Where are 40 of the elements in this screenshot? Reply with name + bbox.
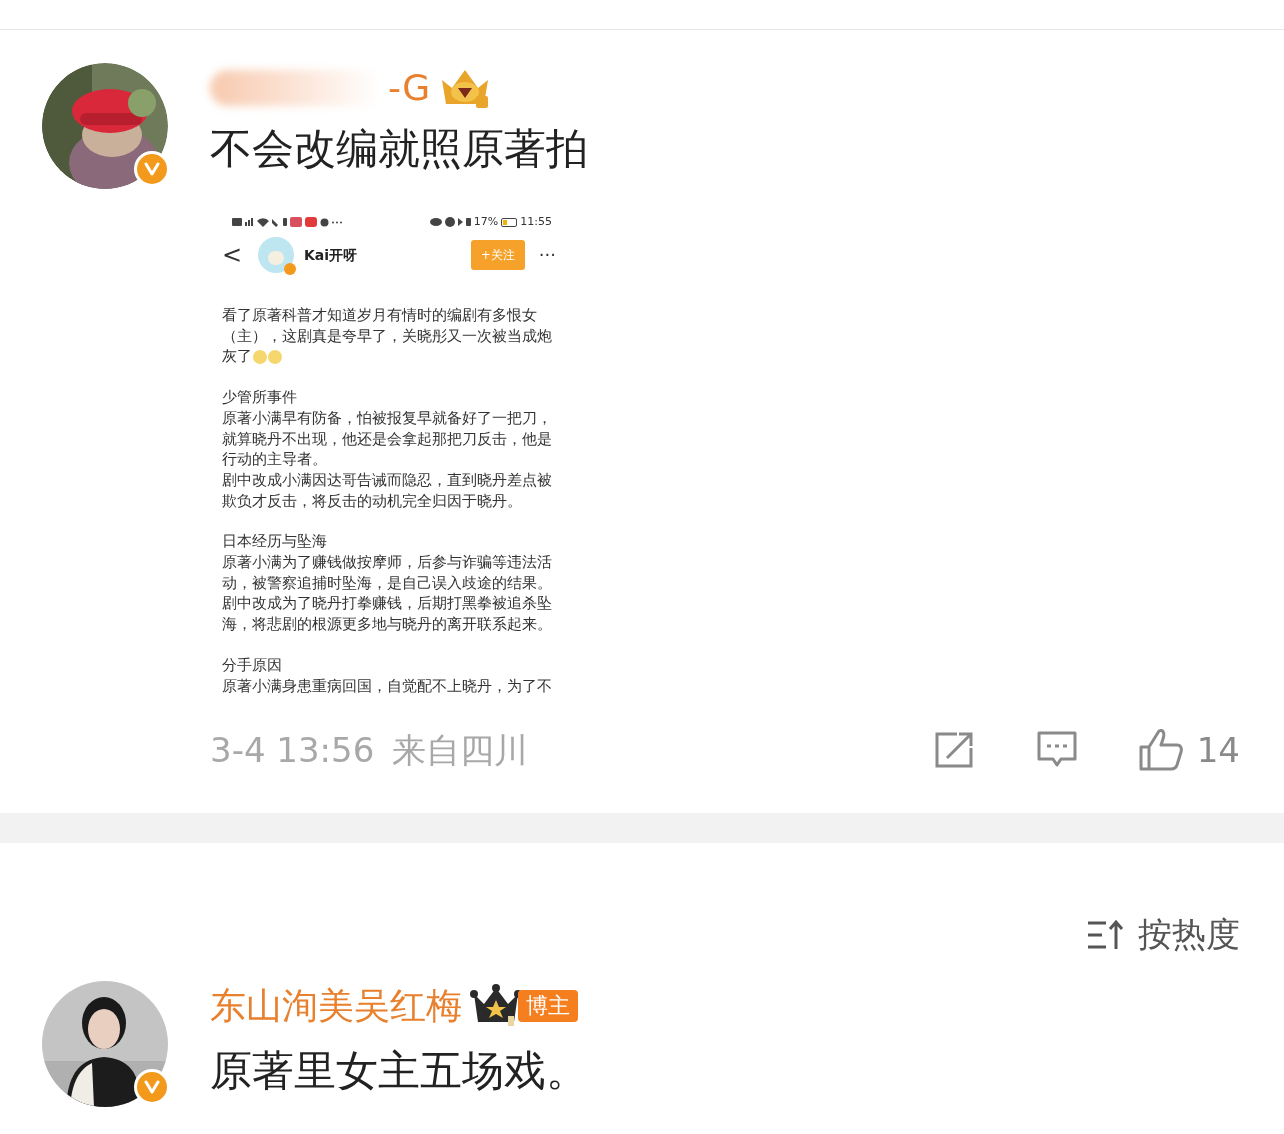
battery-saver-icon (283, 217, 287, 227)
body-text: 分手原因 (222, 655, 283, 675)
body-text: 原著小满早有防备，怕被报复早就备好了一把刀，就算晓丹不出现，他还是会拿起那把刀反击，他是行动的主导者。 (222, 408, 553, 470)
status-time: 11:55 (520, 213, 552, 230)
body-text: 灰了 (222, 347, 252, 367)
sort-button[interactable]: 按热度 (1086, 888, 1240, 981)
app-icon (305, 217, 317, 227)
avatar-icon (258, 237, 294, 273)
more-button[interactable]: ··· (538, 246, 556, 264)
user-name[interactable]: Kai开呀 (304, 244, 358, 266)
emoji-icon (268, 349, 282, 364)
body-text: 原著小满身患重病回国，自觉配不上晓丹，为了不 (222, 676, 553, 695)
bluetooth-icon (457, 218, 463, 226)
eye-icon (429, 218, 442, 226)
comment-text: 原著里女主五场戏。 (210, 1045, 588, 1097)
battery-icon (501, 217, 518, 227)
body-text: 少管所事件 (222, 388, 298, 408)
body-text: 剧中改成为了晓丹打拳赚钱，后期打黑拳被追杀坠海，将悲剧的根源更多地与晓丹的离开联系起来。 (222, 594, 553, 635)
alarm-icon (444, 217, 455, 227)
blogger-tag: 博主 (518, 990, 578, 1022)
body-text: 日本经历与坠海 (222, 532, 328, 552)
nfc-icon (272, 217, 280, 227)
app-icon (290, 217, 302, 227)
wifi-icon (257, 217, 269, 227)
crown-icon (470, 984, 522, 1028)
post-source: 来自四川 (392, 728, 529, 772)
battery-percent: 17% (473, 213, 499, 230)
body-text: 剧中改成小满因达哥告诫而隐忍，直到晓丹差点被欺负才反击，将反击的动机完全归因于晓丹。 (222, 470, 553, 511)
chat-icon (320, 217, 329, 227)
hd-icon (232, 217, 242, 227)
back-button[interactable]: < (222, 243, 242, 267)
post-text: 不会改编就照原著拍 (210, 123, 589, 175)
signal-icon (245, 217, 254, 227)
post-time: 3-4 13:56 (210, 728, 375, 772)
emoji-icon (253, 349, 267, 364)
vibrate-icon (465, 218, 471, 226)
sort-icon (1086, 918, 1124, 951)
body-text: 看了原著科普才知道岁月有情时的编剧有多恨女（主），这剧真是夸早了，关晓彤又一次被当成炮 (222, 306, 553, 346)
body-text: 原著小满为了赚钱做按摩师，后参与诈骗等违法活动，被警察追捕时坠海，是自己误入歧途的结果。 (222, 553, 553, 593)
more-icon (332, 220, 342, 224)
